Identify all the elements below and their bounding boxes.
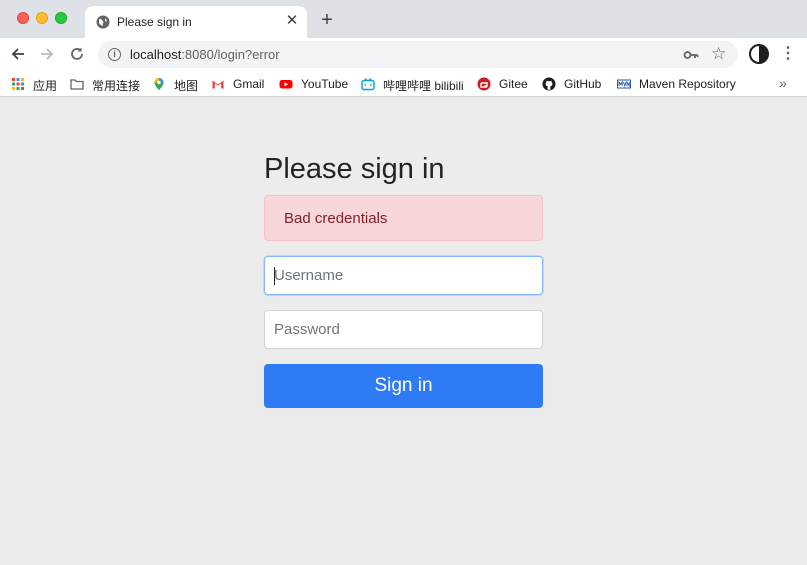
bookmark-label: 常用连接	[92, 79, 141, 93]
bookmark-label: Maven Repository	[639, 77, 736, 91]
gmail-icon	[212, 80, 224, 89]
browser-tab-active[interactable]: Please sign in ✕	[85, 6, 307, 38]
site-info-icon[interactable]: i	[108, 48, 121, 61]
bookmarks-overflow-icon[interactable]: »	[779, 75, 787, 91]
bilibili-icon	[361, 78, 375, 91]
url-text[interactable]: localhost:8080/login?error	[130, 47, 280, 62]
sign-in-button[interactable]: Sign in	[264, 364, 543, 408]
github-icon	[542, 77, 556, 91]
gitee-icon	[477, 77, 491, 91]
password-field[interactable]	[264, 310, 543, 349]
bookmark-star-icon[interactable]: ☆	[711, 44, 726, 64]
username-input[interactable]	[274, 257, 534, 294]
tab-title: Please sign in	[117, 15, 192, 29]
more-menu-icon[interactable]: ⋮	[780, 45, 796, 65]
password-input[interactable]	[274, 311, 534, 348]
bookmark-label: YouTube	[301, 77, 349, 91]
key-icon[interactable]	[683, 47, 699, 63]
maven-icon	[617, 79, 631, 89]
reload-icon[interactable]	[67, 44, 87, 64]
window-close-button[interactable]	[17, 12, 29, 24]
url-host: localhost	[130, 47, 182, 62]
page-content: Please sign in Bad credentials Sign in	[0, 98, 807, 565]
apps-grid-icon	[12, 78, 24, 90]
bookmark-label: Gmail	[233, 77, 265, 91]
url-path: :8080/login?error	[181, 47, 280, 62]
browser-tabstrip: Please sign in ✕ +	[0, 0, 807, 38]
browser-toolbar: i localhost:8080/login?error ☆ ⋮	[0, 38, 807, 71]
maps-pin-icon	[154, 78, 164, 90]
back-arrow-icon[interactable]	[8, 44, 28, 64]
bookmark-label: Gitee	[499, 77, 528, 91]
window-minimize-button[interactable]	[36, 12, 48, 24]
profile-avatar-icon[interactable]	[749, 44, 769, 64]
forward-arrow-icon[interactable]	[37, 44, 57, 64]
username-field[interactable]	[264, 256, 543, 295]
bookmark-label: 地图	[174, 79, 199, 93]
bookmarks-bar: 应用 常用连接 地图 Gmail YouTube 哔哩哔哩 bilibili G…	[0, 71, 807, 97]
bookmark-label: 哔哩哔哩 bilibili	[383, 79, 464, 93]
close-tab-icon[interactable]: ✕	[284, 13, 300, 29]
error-alert: Bad credentials	[264, 195, 543, 241]
error-alert-text: Bad credentials	[284, 210, 388, 227]
address-bar[interactable]: i localhost:8080/login?error ☆	[98, 41, 738, 68]
bookmark-label: GitHub	[564, 77, 602, 91]
globe-icon	[96, 15, 110, 29]
page-title: Please sign in	[264, 153, 445, 185]
folder-icon	[70, 79, 84, 90]
window-maximize-button[interactable]	[55, 12, 67, 24]
youtube-icon	[279, 80, 293, 89]
bookmark-label: 应用	[33, 79, 58, 93]
text-caret	[274, 267, 275, 285]
new-tab-button[interactable]: +	[317, 10, 337, 31]
